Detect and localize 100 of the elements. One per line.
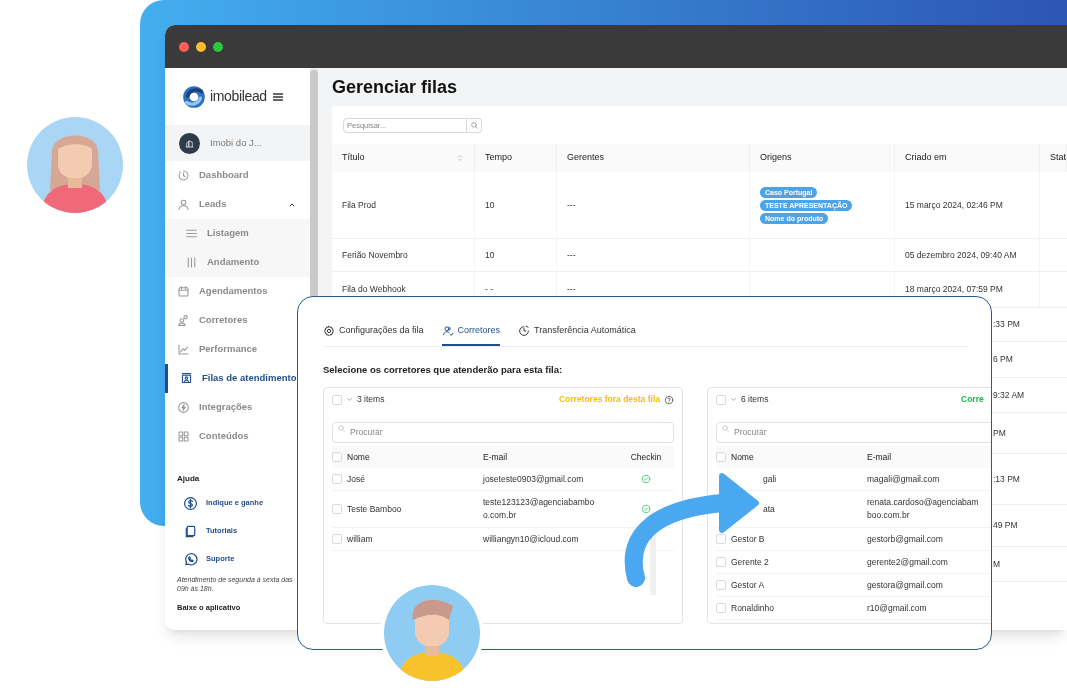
window-button[interactable]: [196, 41, 206, 52]
table-cell: 6 PM: [993, 353, 1013, 366]
checkbox[interactable]: [332, 394, 342, 405]
settings-icon: [323, 324, 335, 337]
table-cell-text: 05 dezembro 2024, 09:40 AM: [905, 248, 1018, 262]
table-cell-text: williangyn10@icloud.com: [483, 532, 580, 546]
table-cell-text: gestora@gmail.com: [867, 578, 944, 592]
search-field[interactable]: Procurar: [332, 421, 674, 443]
clock-icon: [518, 324, 531, 337]
table-cell-text: Fila Prod: [342, 198, 377, 212]
search-button[interactable]: [467, 117, 482, 133]
table-cell-text: ---: [567, 198, 577, 212]
search-icon: [337, 424, 346, 434]
user-icon: [177, 198, 190, 211]
table-cell-text: gestorb@gmail.com: [867, 532, 944, 546]
grid-icon: [177, 430, 190, 443]
checkbox[interactable]: [716, 452, 726, 463]
item-count: 6 items: [741, 393, 770, 407]
table-cell: PM: [993, 426, 1006, 440]
table-cell: 49 PM: [993, 519, 1018, 532]
checkbox[interactable]: [716, 394, 726, 405]
column-header: E-mail: [483, 450, 509, 464]
column-header[interactable]: Título: [332, 144, 475, 172]
table-cell: william: [347, 533, 373, 544]
building-icon: [184, 137, 195, 149]
table-cell-text: 10: [485, 248, 496, 262]
table-cell-text: teste123123@agenciabamboo.com.br: [483, 496, 596, 523]
table-cell-text: Ferião Novembro: [342, 248, 409, 262]
checkbox[interactable]: [332, 534, 342, 545]
table-cell: gali: [763, 473, 777, 484]
table-cell-text: joseteste0903@gmail.com: [483, 472, 585, 486]
column-header: Nome: [731, 450, 755, 464]
checkbox[interactable]: [332, 474, 342, 485]
search-icon: [721, 424, 730, 434]
sort-icon: [456, 154, 464, 162]
table-cell-text: Fila do Webhook: [342, 283, 407, 296]
logo-icon: [181, 83, 207, 110]
documents-icon: [183, 523, 198, 539]
table-cell-text: ---: [567, 283, 577, 296]
checkbox[interactable]: [716, 580, 726, 591]
tab[interactable]: Corretores: [441, 317, 501, 346]
menu-icon: [271, 90, 284, 103]
timer-icon: [177, 169, 190, 182]
line-chart-icon: [177, 343, 190, 356]
users-icon: [177, 314, 190, 327]
column-header[interactable]: Gerentes: [557, 144, 750, 172]
window-button[interactable]: [179, 41, 189, 52]
columns-icon: [185, 256, 198, 269]
table-cell-text: magali@gmail.com: [867, 472, 941, 486]
table-cell: Teste Bamboo: [347, 503, 402, 514]
item-count: 3 items: [357, 393, 386, 407]
column-header[interactable]: Origens: [750, 144, 895, 172]
chevron-down-icon: [730, 396, 737, 404]
table-cell-text: 15 março 2024, 02:46 PM: [905, 198, 1004, 212]
column-header: Nome: [347, 450, 371, 464]
table-cell: Gestor A: [731, 579, 765, 590]
table-cell: :13 PM: [993, 472, 1020, 486]
checkbox[interactable]: [332, 504, 342, 515]
checkbox[interactable]: [332, 452, 342, 463]
page-title: Gerenciar filas: [332, 75, 458, 99]
table-cell-text: - -: [485, 283, 495, 296]
table-cell: José: [347, 473, 365, 484]
people-icon: [441, 324, 454, 337]
window-button[interactable]: [213, 41, 223, 52]
column-header: Checkin: [629, 450, 663, 464]
account-switcher[interactable]: Imobi do J...: [165, 125, 310, 161]
table-cell: Gestor B: [731, 533, 765, 544]
queue-icon: [180, 372, 193, 385]
chevron-down-icon: [346, 396, 353, 404]
checkbox[interactable]: [716, 603, 726, 614]
dollar-icon: [183, 495, 198, 511]
table-cell: ata: [763, 503, 775, 514]
logo-text: imobilead: [210, 87, 267, 106]
table-cell: :33 PM: [993, 318, 1020, 331]
table-cell-text: r10@gmail.com: [867, 601, 928, 615]
table-cell-text: gerente2@gmail.com: [867, 555, 949, 569]
calendar-icon: [177, 285, 190, 298]
tab[interactable]: Configurações da fila: [323, 317, 424, 346]
column-header[interactable]: Criado em: [895, 144, 1040, 172]
nav-item[interactable]: Dashboard: [165, 161, 310, 190]
table-cell: 9:32 AM: [993, 388, 1025, 402]
section-heading: Ajuda: [176, 473, 201, 485]
table-cell: Gerente 2: [731, 556, 769, 567]
column-header[interactable]: Tempo: [475, 144, 557, 172]
search-field[interactable]: Procurar: [716, 421, 991, 443]
tab[interactable]: Transferência Automática: [518, 317, 636, 346]
checkbox[interactable]: [716, 557, 726, 568]
scrollbar[interactable]: [650, 512, 656, 596]
table-cell-text: renata.cardoso@agenciabamboo.com.br: [867, 496, 980, 523]
list-icon: [185, 227, 198, 240]
lightning-icon: [177, 401, 190, 414]
table-cell: Ronaldinho: [731, 602, 774, 613]
table-cell-text: ---: [567, 248, 577, 262]
checkbox[interactable]: [716, 534, 726, 545]
nav-item[interactable]: Agendamentos: [165, 277, 310, 306]
table-cell-text: 18 março 2024, 07:59 PM: [905, 283, 1004, 296]
column-header: E-mail: [867, 450, 893, 464]
column-header[interactable]: Stat: [1040, 144, 1067, 172]
table-cell-text: 10: [485, 198, 496, 212]
search-icon: [469, 120, 479, 130]
